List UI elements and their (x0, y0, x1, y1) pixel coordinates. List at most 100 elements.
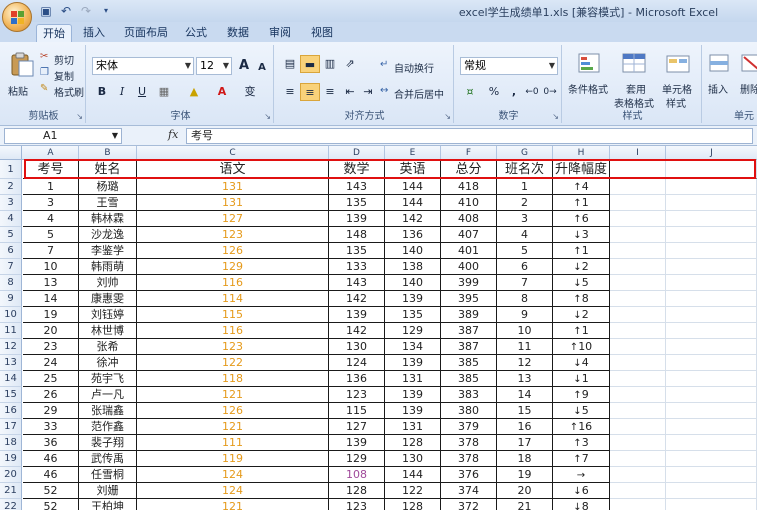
cell-id[interactable]: 5 (23, 227, 79, 243)
row-header[interactable]: 16 (0, 403, 22, 419)
cell-id[interactable]: 46 (23, 467, 79, 483)
cell-change[interactable]: ↓8 (553, 499, 610, 510)
cell-id[interactable]: 36 (23, 435, 79, 451)
empty-cell[interactable] (610, 195, 666, 211)
cell-chinese[interactable]: 111 (137, 435, 329, 451)
tab-page-layout[interactable]: 页面布局 (120, 24, 172, 42)
column-header-j[interactable]: J (666, 146, 757, 160)
cell-english[interactable]: 131 (385, 371, 441, 387)
fill-color-icon[interactable]: ▲ (184, 83, 204, 101)
cell-name[interactable]: 苑宇飞 (79, 371, 137, 387)
copy-button[interactable]: 复制 (54, 68, 74, 83)
cell-chinese[interactable]: 114 (137, 291, 329, 307)
empty-cell[interactable] (666, 227, 757, 243)
cell-rank[interactable]: 16 (497, 419, 553, 435)
cell-english[interactable]: 139 (385, 387, 441, 403)
font-color-icon[interactable]: A (212, 83, 232, 101)
cell-total[interactable]: 378 (441, 451, 497, 467)
cell-chinese[interactable]: 129 (137, 259, 329, 275)
empty-cell[interactable] (610, 275, 666, 291)
cell-english[interactable]: 135 (385, 307, 441, 323)
cell-english[interactable]: 139 (385, 355, 441, 371)
cell-change[interactable]: ↓4 (553, 355, 610, 371)
row-header[interactable]: 8 (0, 275, 22, 291)
cell-name[interactable]: 张瑞鑫 (79, 403, 137, 419)
empty-cell[interactable] (666, 451, 757, 467)
cell-math[interactable]: 127 (329, 419, 385, 435)
name-box-dropdown-icon[interactable]: ▼ (112, 129, 118, 143)
cell-name[interactable]: 刘帅 (79, 275, 137, 291)
tab-home[interactable]: 开始 (36, 24, 72, 42)
align-left-icon[interactable]: ≡ (280, 83, 300, 101)
delete-cells-icon[interactable] (738, 51, 757, 77)
cell-rank[interactable]: 15 (497, 403, 553, 419)
cell-id[interactable]: 23 (23, 339, 79, 355)
cell-english[interactable]: 140 (385, 275, 441, 291)
row-header[interactable]: 7 (0, 259, 22, 275)
cell-math[interactable]: 143 (329, 275, 385, 291)
cell-total[interactable]: 400 (441, 259, 497, 275)
cell-english[interactable]: 122 (385, 483, 441, 499)
empty-cell[interactable] (610, 259, 666, 275)
cell-chinese[interactable]: 121 (137, 387, 329, 403)
cell-chinese[interactable]: 123 (137, 227, 329, 243)
cell-chinese[interactable]: 115 (137, 307, 329, 323)
cell-english[interactable]: 129 (385, 323, 441, 339)
cell-math[interactable]: 129 (329, 451, 385, 467)
cell-rank[interactable]: 18 (497, 451, 553, 467)
cell-id[interactable]: 20 (23, 323, 79, 339)
cell-total[interactable]: 372 (441, 499, 497, 510)
empty-cell[interactable] (610, 227, 666, 243)
cell-chinese[interactable]: 122 (137, 355, 329, 371)
merge-center-button[interactable]: 合并后居中 (394, 86, 444, 101)
cell-name[interactable]: 杨璐 (79, 179, 137, 195)
cell-name[interactable]: 裴子翔 (79, 435, 137, 451)
cell-rank[interactable]: 12 (497, 355, 553, 371)
tab-insert[interactable]: 插入 (78, 24, 110, 42)
header-cell-total[interactable]: 总分 (441, 160, 497, 179)
cell-id[interactable]: 26 (23, 387, 79, 403)
row-header[interactable]: 9 (0, 291, 22, 307)
cell-english[interactable]: 134 (385, 339, 441, 355)
increase-decimal-icon[interactable]: ←0 (522, 83, 542, 101)
cell-math[interactable]: 115 (329, 403, 385, 419)
cell-english[interactable]: 144 (385, 195, 441, 211)
cell-id[interactable]: 19 (23, 307, 79, 323)
cell-change[interactable]: ↑1 (553, 243, 610, 259)
cell-name[interactable]: 刘钰婷 (79, 307, 137, 323)
empty-cell[interactable] (610, 419, 666, 435)
tab-review[interactable]: 审阅 (264, 24, 296, 42)
cell-total[interactable]: 418 (441, 179, 497, 195)
cell-change[interactable]: ↑4 (553, 179, 610, 195)
row-header[interactable]: 18 (0, 435, 22, 451)
cell-total[interactable]: 383 (441, 387, 497, 403)
header-cell-rank[interactable]: 班名次 (497, 160, 553, 179)
phonetic-button[interactable]: 变 (240, 83, 260, 101)
cell-change[interactable]: ↑1 (553, 195, 610, 211)
row-header[interactable]: 3 (0, 195, 22, 211)
row-header[interactable]: 13 (0, 355, 22, 371)
format-as-table-icon[interactable] (620, 51, 648, 77)
cell-english[interactable]: 142 (385, 211, 441, 227)
cell-english[interactable]: 140 (385, 243, 441, 259)
cell-id[interactable]: 10 (23, 259, 79, 275)
cell-total[interactable]: 389 (441, 307, 497, 323)
conditional-formatting-icon[interactable] (576, 51, 604, 77)
cell-change[interactable]: ↑16 (553, 419, 610, 435)
cell-change[interactable]: → (553, 467, 610, 483)
cell-rank[interactable]: 21 (497, 499, 553, 510)
cell-total[interactable]: 380 (441, 403, 497, 419)
cell-math[interactable]: 136 (329, 371, 385, 387)
cell-name[interactable]: 范作鑫 (79, 419, 137, 435)
cell-change[interactable]: ↓3 (553, 227, 610, 243)
cell-math[interactable]: 142 (329, 323, 385, 339)
cell-math[interactable]: 139 (329, 307, 385, 323)
cell-math[interactable]: 148 (329, 227, 385, 243)
cell-math[interactable]: 135 (329, 195, 385, 211)
cell-english[interactable]: 136 (385, 227, 441, 243)
cell-total[interactable]: 385 (441, 355, 497, 371)
row-header[interactable]: 10 (0, 307, 22, 323)
tab-formulas[interactable]: 公式 (180, 24, 212, 42)
cell-name[interactable]: 康惠雯 (79, 291, 137, 307)
office-button[interactable] (2, 2, 32, 32)
